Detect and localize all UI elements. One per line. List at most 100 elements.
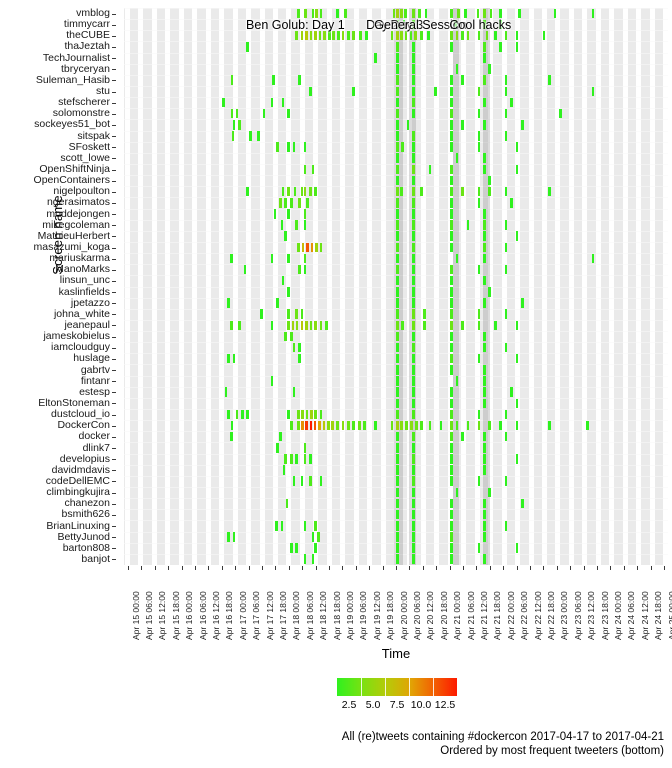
figure-caption: All (re)tweets containing #dockercon 201… — [184, 730, 664, 758]
heatmap-cell — [415, 420, 418, 431]
x-axis-tick-mark — [382, 566, 384, 570]
y-axis-tick-mark — [112, 269, 116, 271]
x-axis-tick-mark — [476, 566, 478, 570]
heatmap-cell — [450, 75, 453, 85]
heatmap-cell — [450, 342, 453, 353]
heatmap-cell — [230, 320, 233, 331]
heatmap-cell — [396, 554, 399, 564]
heatmap-cell — [483, 331, 486, 342]
heatmap-cell — [326, 420, 330, 431]
x-axis-tick-mark — [329, 566, 330, 570]
x-axis-tick-mark — [141, 566, 143, 570]
heatmap-cell — [396, 253, 399, 264]
heatmap-cell — [412, 465, 415, 475]
heatmap-cell — [424, 8, 428, 19]
heatmap-cell — [287, 287, 290, 297]
heatmap-cell — [315, 242, 319, 253]
y-axis-tick-mark — [112, 303, 116, 305]
heatmap-cell — [483, 498, 486, 509]
heatmap-cell — [287, 320, 290, 331]
heatmap-cell — [450, 353, 453, 364]
y-axis-tick-mark — [112, 347, 116, 349]
heatmap-cell — [396, 264, 399, 275]
heatmap-cell — [396, 398, 399, 409]
x-axis-tick-label: Apr 19 06:00 — [358, 591, 369, 640]
heatmap-cell — [344, 8, 347, 19]
heatmap-cell — [311, 554, 315, 564]
heatmap-cell — [232, 532, 236, 542]
heatmap-cell — [420, 30, 424, 41]
heatmap-cell — [276, 443, 279, 453]
heatmap-cell — [591, 253, 595, 264]
heatmap-cell — [396, 320, 399, 331]
heatmap-cell — [488, 64, 492, 74]
heatmap-cell — [292, 142, 296, 152]
y-axis-tick-mark — [112, 80, 116, 82]
heatmap-cell — [310, 409, 313, 420]
x-axis-tick-mark — [275, 566, 277, 570]
y-axis-tick-mark — [112, 180, 116, 182]
x-axis-tick-mark — [342, 566, 344, 570]
heatmap-cell — [322, 420, 326, 431]
x-axis-tick-label: Apr 17 18:00 — [277, 591, 288, 640]
x-axis-tick-mark — [409, 566, 411, 570]
heatmap-cell — [450, 509, 453, 520]
x-axis-tick-label: Apr 17 12:00 — [264, 591, 275, 640]
heatmap-cell — [289, 197, 293, 208]
x-axis-tick-label: Apr 18 00:00 — [291, 591, 302, 640]
y-axis-tick-mark — [112, 35, 116, 37]
heatmap-cell — [404, 30, 408, 41]
heatmap-cell — [412, 376, 415, 386]
heatmap-cell — [396, 153, 399, 163]
heatmap-cell — [231, 131, 235, 141]
heatmap-cell — [450, 186, 453, 197]
heatmap-panel — [124, 8, 668, 565]
y-axis-tick-mark — [112, 258, 116, 260]
heatmap-cell — [400, 8, 403, 19]
heatmap-cell — [450, 420, 453, 431]
y-axis-tick-mark — [112, 403, 116, 405]
heatmap-cell — [412, 175, 415, 186]
heatmap-cell — [504, 220, 508, 230]
heatmap-cell — [303, 454, 307, 464]
y-axis-tick-mark — [112, 514, 116, 516]
heatmap-cell — [296, 242, 300, 253]
heatmap-cell — [461, 30, 464, 41]
heatmap-cell — [287, 108, 290, 119]
heatmap-cell — [423, 320, 426, 331]
heatmap-cell — [488, 175, 492, 186]
heatmap-cell — [374, 420, 377, 431]
heatmap-cell — [396, 443, 399, 453]
y-axis-tick-mark — [112, 325, 116, 327]
legend-tick-mark — [409, 678, 410, 696]
x-axis-tick-label: Apr 16 12:00 — [210, 591, 221, 640]
heatmap-cell — [483, 509, 486, 520]
heatmap-cell — [412, 108, 415, 119]
x-axis-tick-mark — [556, 566, 558, 570]
x-axis-tick-label: Apr 20 12:00 — [425, 591, 436, 640]
heatmap-cell — [306, 242, 309, 253]
heatmap-cell — [301, 420, 304, 431]
heatmap-cell — [418, 8, 421, 19]
x-axis-tick-mark — [570, 566, 572, 570]
heatmap-cell — [504, 108, 508, 119]
heatmap-cell — [412, 387, 415, 397]
heatmap-cell — [412, 398, 415, 409]
heatmap-cell — [450, 431, 453, 442]
heatmap-cell — [296, 409, 300, 420]
heatmap-cell — [291, 320, 295, 331]
heatmap-cell — [396, 287, 399, 297]
heatmap-cell — [483, 242, 486, 253]
heatmap-cell — [281, 186, 285, 197]
heatmap-cell — [396, 231, 399, 241]
heatmap-cell — [305, 409, 309, 420]
heatmap-cell — [396, 120, 399, 130]
heatmap-cell — [455, 253, 459, 264]
heatmap-cell — [396, 197, 399, 208]
heatmap-cell — [396, 242, 399, 253]
heatmap-cell — [289, 420, 293, 431]
heatmap-cell — [412, 253, 415, 264]
heatmap-cell — [412, 443, 415, 453]
heatmap-cell — [396, 487, 399, 498]
heatmap-cell — [262, 108, 266, 119]
